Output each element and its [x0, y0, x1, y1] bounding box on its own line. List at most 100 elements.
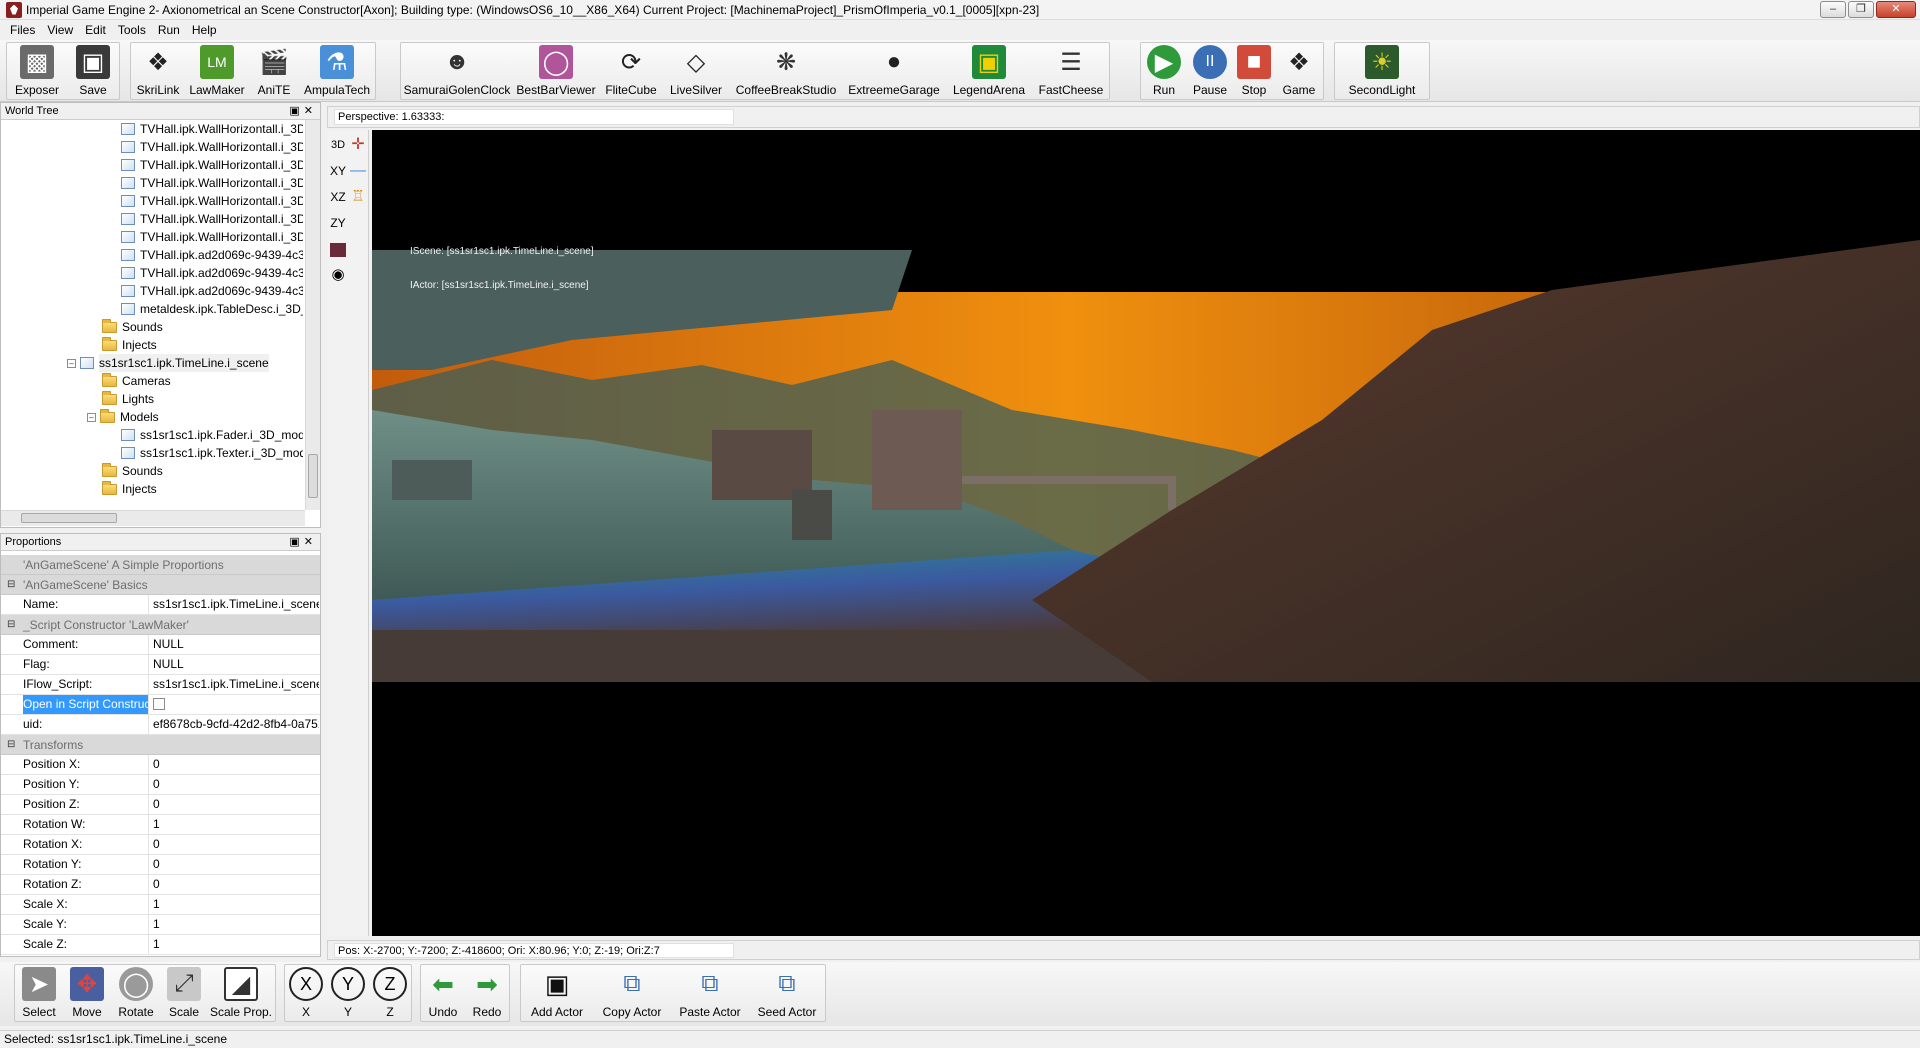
- scale-prop-button[interactable]: ◢ Scale Prop.: [207, 965, 275, 1021]
- tree-item[interactable]: TVHall.ipk.WallHorizontall.i_3D: [121, 156, 303, 174]
- skrilink-button[interactable]: ❖ SkriLink: [131, 43, 185, 99]
- tree-item[interactable]: TVHall.ipk.WallHorizontall.i_3D: [121, 228, 303, 246]
- redo-button[interactable]: ➡ Redo: [465, 965, 509, 1021]
- color-swatch-button[interactable]: [328, 238, 348, 260]
- view-xz-button[interactable]: XZ: [328, 186, 348, 208]
- tree-item[interactable]: TVHall.ipk.ad2d069c-9439-4c3: [121, 264, 303, 282]
- open-in-script-checkbox[interactable]: [153, 697, 165, 710]
- coffeebreakstudio-button[interactable]: ❋ CoffeeBreakStudio: [729, 43, 843, 99]
- scale-z-value[interactable]: 1: [153, 935, 319, 954]
- axis-y-button[interactable]: YY: [327, 965, 369, 1021]
- dock-buttons[interactable]: ▣✕: [289, 534, 317, 550]
- rotation-z-value[interactable]: 0: [153, 875, 319, 894]
- iflow-script-value[interactable]: ss1sr1sc1.ipk.TimeLine.i_scene.i: [153, 675, 319, 694]
- section-simple-proportions[interactable]: 'AnGameScene' A Simple Proportions: [1, 555, 320, 575]
- tree-item[interactable]: ss1sr1sc1.ipk.Fader.i_3D_mode: [121, 426, 303, 444]
- move-button[interactable]: ✥ Move: [63, 965, 111, 1021]
- scrollbar-thumb[interactable]: [21, 513, 117, 523]
- fastcheese-button[interactable]: ☰ FastCheese: [1033, 43, 1109, 99]
- add-actor-button[interactable]: ▣ Add Actor: [521, 965, 593, 1021]
- menu-tools[interactable]: Tools: [112, 23, 152, 37]
- building-icon[interactable]: ♖: [348, 186, 368, 208]
- copy-actor-button[interactable]: ⧉ Copy Actor: [593, 965, 671, 1021]
- scale-button[interactable]: ⤢ Scale: [161, 965, 207, 1021]
- tree-item[interactable]: TVHall.ipk.WallHorizontall.i_3D: [121, 120, 303, 138]
- pause-button[interactable]: II Pause: [1187, 43, 1233, 99]
- menu-help[interactable]: Help: [186, 23, 223, 37]
- tree-folder-lights[interactable]: Lights: [102, 390, 154, 408]
- rotation-w-value[interactable]: 1: [153, 815, 319, 834]
- stop-button[interactable]: ■ Stop: [1233, 43, 1275, 99]
- tree-item[interactable]: TVHall.ipk.WallHorizontall.i_3D: [121, 192, 303, 210]
- restore-button[interactable]: ❐: [1848, 1, 1874, 18]
- name-value[interactable]: ss1sr1sc1.ipk.TimeLine.i_scene: [153, 595, 319, 614]
- tree-item[interactable]: TVHall.ipk.WallHorizontall.i_3D: [121, 174, 303, 192]
- scene-viewport[interactable]: IScene: [ss1sr1sc1.ipk.TimeLine.i_scene]…: [372, 130, 1920, 936]
- tree-folder-cameras[interactable]: Cameras: [102, 372, 171, 390]
- tree-folder-sounds[interactable]: Sounds: [102, 462, 163, 480]
- view-zy-button[interactable]: ZY: [328, 212, 348, 234]
- paste-actor-button[interactable]: ⧉ Paste Actor: [671, 965, 749, 1021]
- tree-item[interactable]: TVHall.ipk.WallHorizontall.i_3D: [121, 138, 303, 156]
- flag-value[interactable]: NULL: [153, 655, 319, 674]
- scrollbar-thumb[interactable]: [308, 454, 318, 498]
- tree-folder-sounds[interactable]: Sounds: [102, 318, 163, 336]
- flitecube-button[interactable]: ⟳ FliteCube: [599, 43, 663, 99]
- save-button[interactable]: ▣ Save: [67, 43, 119, 99]
- tree-item[interactable]: metaldesk.ipk.TableDesc.i_3D_: [121, 300, 303, 318]
- game-button[interactable]: ❖ Game: [1275, 43, 1323, 99]
- tree-item-scene[interactable]: – ss1sr1sc1.ipk.TimeLine.i_scene: [67, 354, 269, 372]
- section-basics[interactable]: ⊟ 'AnGameScene' Basics: [1, 575, 320, 595]
- view-3d-button[interactable]: 3D: [328, 134, 348, 156]
- samuraigolenclock-button[interactable]: ☻ SamuraiGolenClock: [401, 43, 513, 99]
- ampulatech-button[interactable]: ⚗ AmpulaTech: [299, 43, 375, 99]
- tree-folder-injects[interactable]: Injects: [102, 336, 157, 354]
- lawmaker-button[interactable]: LM LawMaker: [185, 43, 249, 99]
- tree-folder-injects[interactable]: Injects: [102, 480, 157, 498]
- anite-button[interactable]: 🎬 AniTE: [249, 43, 299, 99]
- exposer-button[interactable]: ▩ Exposer: [7, 43, 67, 99]
- tree-folder-models[interactable]: – Models: [87, 408, 159, 426]
- scale-x-value[interactable]: 1: [153, 895, 319, 914]
- menu-files[interactable]: Files: [4, 23, 41, 37]
- horizontal-line-icon[interactable]: —: [348, 160, 368, 182]
- position-y-value[interactable]: 0: [153, 775, 319, 794]
- run-button[interactable]: ▶ Run: [1141, 43, 1187, 99]
- livesilver-button[interactable]: ◇ LiveSilver: [663, 43, 729, 99]
- menu-edit[interactable]: Edit: [79, 23, 112, 37]
- undo-button[interactable]: ⬅ Undo: [421, 965, 465, 1021]
- collapse-toggle[interactable]: –: [67, 358, 76, 368]
- axis-z-button[interactable]: ZZ: [369, 965, 411, 1021]
- eye-icon[interactable]: ◉: [328, 264, 348, 286]
- extreemegarage-button[interactable]: ● ExtreemeGarage: [843, 43, 945, 99]
- crosshair-icon[interactable]: ✛: [348, 134, 368, 156]
- axis-x-button[interactable]: XX: [285, 965, 327, 1021]
- tree-horizontal-scrollbar[interactable]: [1, 510, 305, 526]
- tree-item[interactable]: ss1sr1sc1.ipk.Texter.i_3D_mode: [121, 444, 303, 462]
- rotation-x-value[interactable]: 0: [153, 835, 319, 854]
- tree-vertical-scrollbar[interactable]: [305, 120, 320, 510]
- legendarena-button[interactable]: ▣ LegendArena: [945, 43, 1033, 99]
- tree-item[interactable]: TVHall.ipk.ad2d069c-9439-4c3: [121, 282, 303, 300]
- rotate-button[interactable]: ◯ Rotate: [111, 965, 161, 1021]
- position-z-value[interactable]: 0: [153, 795, 319, 814]
- tree-item[interactable]: TVHall.ipk.WallHorizontall.i_3D: [121, 210, 303, 228]
- minimize-button[interactable]: –: [1820, 1, 1846, 18]
- scale-y-value[interactable]: 1: [153, 915, 319, 934]
- bestbarviewer-button[interactable]: ◯ BestBarViewer: [513, 43, 599, 99]
- comment-value[interactable]: NULL: [153, 635, 319, 654]
- tree-item[interactable]: TVHall.ipk.ad2d069c-9439-4c3: [121, 246, 303, 264]
- view-xy-button[interactable]: XY: [328, 160, 348, 182]
- section-transforms[interactable]: ⊟ Transforms: [1, 735, 320, 755]
- secondlight-button[interactable]: ☀ SecondLight: [1335, 43, 1429, 99]
- position-x-value[interactable]: 0: [153, 755, 319, 774]
- section-script-constructor[interactable]: ⊟ _Script Constructor 'LawMaker': [1, 615, 320, 635]
- dock-buttons[interactable]: ▣✕: [289, 103, 317, 119]
- menu-view[interactable]: View: [41, 23, 79, 37]
- uid-value[interactable]: ef8678cb-9cfd-42d2-8fb4-0a751: [153, 715, 319, 734]
- menu-run[interactable]: Run: [152, 23, 186, 37]
- rotation-y-value[interactable]: 0: [153, 855, 319, 874]
- select-button[interactable]: ➤ Select: [15, 965, 63, 1021]
- collapse-toggle[interactable]: –: [87, 412, 96, 422]
- close-button[interactable]: ✕: [1876, 1, 1916, 18]
